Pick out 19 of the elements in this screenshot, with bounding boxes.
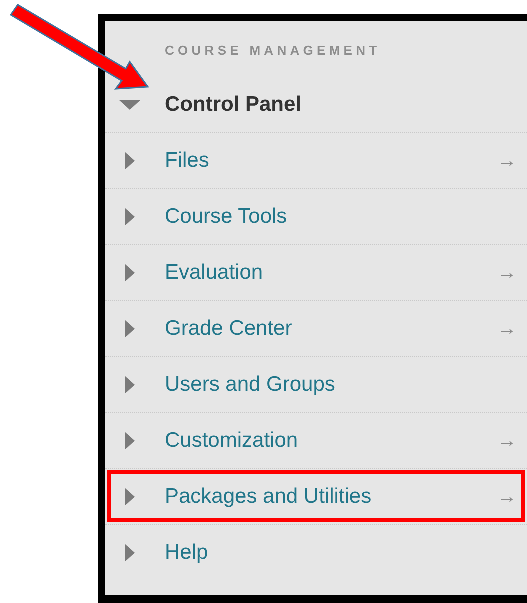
menu-item[interactable]: Grade Center → [105,300,527,356]
section-heading: COURSE MANAGEMENT [165,43,382,59]
menu-item[interactable]: Help [105,524,527,580]
menu-item[interactable]: Course Tools [105,188,527,244]
expand-triangle-icon[interactable] [125,432,135,450]
expand-triangle-icon[interactable] [125,264,135,282]
expand-triangle-icon[interactable] [125,376,135,394]
menu-header[interactable]: Control Panel [105,77,527,132]
expand-triangle-icon[interactable] [125,544,135,562]
expand-triangle-icon[interactable] [125,208,135,226]
expand-triangle-icon[interactable] [125,320,135,338]
menu-item[interactable]: Files → [105,132,527,188]
expand-triangle-icon[interactable] [125,152,135,170]
menu-item[interactable]: Users and Groups [105,356,527,412]
collapse-triangle-icon[interactable] [119,100,141,110]
expand-triangle-icon[interactable] [125,488,135,506]
menu-item[interactable]: Evaluation → [105,244,527,300]
menu-item[interactable]: Customization → [105,412,527,468]
menu-item[interactable]: Packages and Utilities → [105,468,527,524]
